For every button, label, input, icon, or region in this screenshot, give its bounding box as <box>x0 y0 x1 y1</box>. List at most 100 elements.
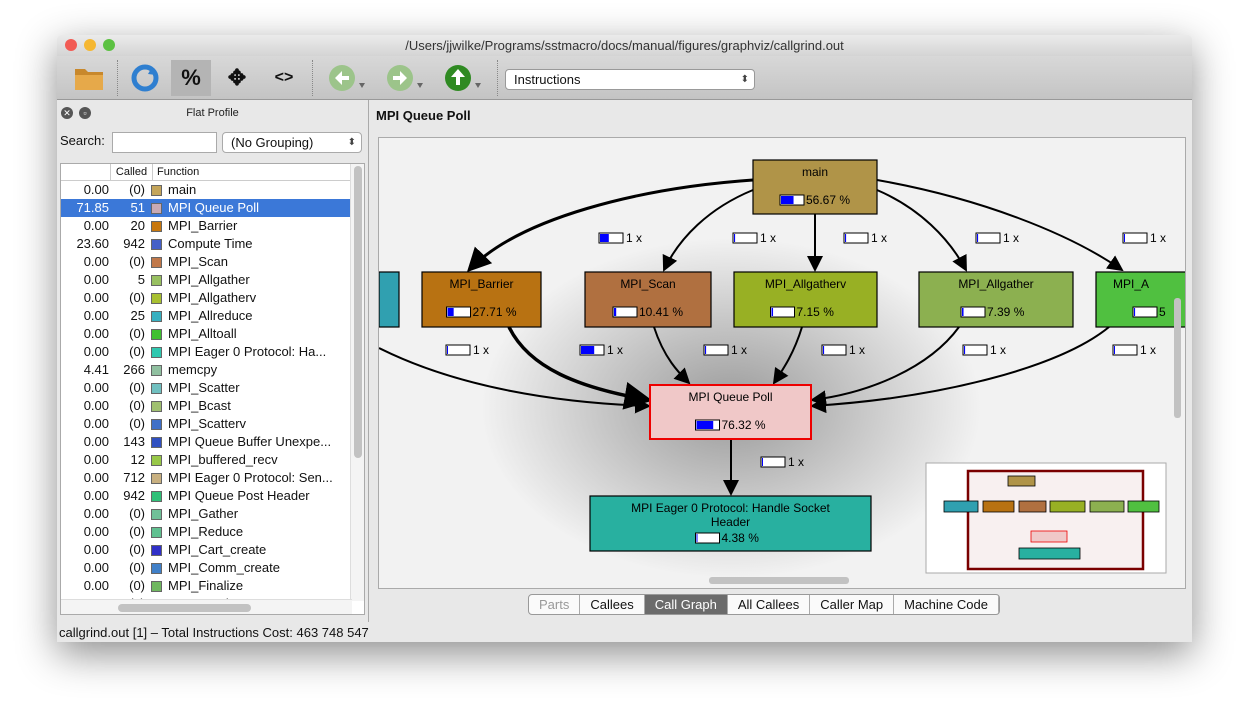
title-bar: /Users/jjwilke/Programs/sstmacro/docs/ma… <box>57 35 1192 56</box>
color-swatch <box>151 310 162 322</box>
called-cell: (0) <box>129 560 145 575</box>
cost-bar-fill <box>447 308 454 316</box>
function-name: MPI_Bcast <box>168 398 231 413</box>
cost-cell: 0.00 <box>83 488 109 503</box>
table-row[interactable]: 0.00 (0) MPI_Finalize <box>61 577 364 595</box>
graph-node-scan[interactable]: MPI_Scan 10.41 % <box>584 271 712 328</box>
table-row[interactable]: 0.00 (0) MPI_Allgatherv <box>61 289 364 307</box>
table-row[interactable]: 0.00 143 MPI Queue Buffer Unexpe... <box>61 433 364 451</box>
search-input[interactable] <box>112 132 217 153</box>
graph-node-eager[interactable]: MPI Eager 0 Protocol: Handle SocketHeade… <box>589 495 872 552</box>
tab-parts[interactable]: Parts <box>529 595 581 614</box>
color-swatch <box>151 382 162 394</box>
node-label: MPI_Scan <box>620 277 675 291</box>
graph-horizontal-scrollbar[interactable] <box>709 577 849 584</box>
cost-cell: 0.00 <box>83 578 109 593</box>
close-window-button[interactable] <box>65 39 77 51</box>
tab-caller-map[interactable]: Caller Map <box>810 595 895 614</box>
table-row[interactable]: 0.00 (0) MPI_Gather <box>61 505 364 523</box>
table-row[interactable]: 0.00 25 MPI_Allreduce <box>61 307 364 325</box>
minimap-node <box>1089 500 1125 513</box>
called-cell: (0) <box>129 416 145 431</box>
zoom-window-button[interactable] <box>103 39 115 51</box>
svg-text:1 x: 1 x <box>473 343 489 357</box>
color-swatch <box>151 454 162 466</box>
called-cell: 942 <box>123 488 145 503</box>
code-button[interactable]: <> <box>264 60 304 96</box>
called-cell: 12 <box>130 452 145 467</box>
svg-text:1 x: 1 x <box>788 455 804 469</box>
edge-label: 1 x <box>1122 231 1166 245</box>
percent-toggle[interactable]: % <box>171 60 211 96</box>
flat-profile-panel: ✕ ▫ Flat Profile Search: (No Grouping) C… <box>57 100 369 622</box>
minimap-node <box>1018 547 1081 560</box>
graph-node-poll[interactable]: MPI Queue Poll 76.32 % <box>649 384 812 440</box>
table-row[interactable]: 0.00 (0) MPI_Alltoall <box>61 325 364 343</box>
svg-text:1 x: 1 x <box>849 343 865 357</box>
move-button[interactable]: ✥ <box>217 60 257 96</box>
graph-node-main[interactable]: main 56.67 % <box>752 159 878 215</box>
table-row[interactable]: 0.00 5 MPI_Allgather <box>61 271 364 289</box>
back-button[interactable] <box>327 60 367 96</box>
table-row[interactable]: 4.41 266 memcpy <box>61 361 364 379</box>
function-name: MPI_Comm_create <box>168 560 280 575</box>
close-panel-icon[interactable]: ✕ <box>61 107 73 119</box>
color-swatch <box>151 526 162 538</box>
called-cell: 712 <box>123 470 145 485</box>
table-row[interactable]: 71.85 51 MPI Queue Poll <box>61 199 364 217</box>
node-label: MPI Queue Poll <box>688 390 772 404</box>
call-graph-view[interactable]: 1 x 1 x 1 x 1 x 1 x 1 x 1 x 1 x 1 x 1 x 1 x 1 x mai… <box>378 137 1186 589</box>
minimap[interactable] <box>925 462 1167 574</box>
tab-all-callees[interactable]: All Callees <box>728 595 811 614</box>
table-row[interactable]: 23.60 942 Compute Time <box>61 235 364 253</box>
function-name: main <box>168 182 197 197</box>
table-row[interactable]: 0.00 (0) MPI_Cart_create <box>61 541 364 559</box>
color-swatch <box>151 328 162 340</box>
table-row[interactable]: 0.00 (0) MPI Eager 0 Protocol: Ha... <box>61 343 364 361</box>
graph-node-alltoall[interactable]: MPI_A 5 <box>1095 271 1185 328</box>
vertical-scrollbar[interactable] <box>350 164 364 601</box>
called-cell: (0) <box>129 182 145 197</box>
graph-node-allgather[interactable]: MPI_Allgather 7.39 % <box>918 271 1074 328</box>
table-row[interactable]: 0.00 (0) MPI_Bcast <box>61 397 364 415</box>
grouping-select[interactable]: (No Grouping) <box>222 132 362 153</box>
refresh-button[interactable] <box>125 60 165 96</box>
table-row[interactable]: 0.00 12 MPI_buffered_recv <box>61 451 364 469</box>
graph-vertical-scrollbar[interactable] <box>1174 298 1181 418</box>
graph-node-allreduce[interactable] <box>379 271 400 328</box>
function-name: MPI_buffered_recv <box>168 452 278 467</box>
forward-button[interactable] <box>385 60 425 96</box>
cost-bar <box>695 532 720 544</box>
tab-machine-code[interactable]: Machine Code <box>894 595 999 614</box>
folder-icon <box>75 69 103 90</box>
graph-node-barrier[interactable]: MPI_Barrier 27.71 % <box>421 271 542 328</box>
event-type-select[interactable]: Instructions <box>505 69 755 90</box>
called-cell: (0) <box>129 344 145 359</box>
node-cost: 10.41 % <box>639 305 683 319</box>
color-swatch <box>151 184 162 196</box>
open-button[interactable] <box>69 60 109 96</box>
table-row[interactable]: 0.00 20 MPI_Barrier <box>61 217 364 235</box>
edge-label: 1 x <box>760 455 804 469</box>
table-row[interactable]: 0.00 (0) main <box>61 181 364 199</box>
table-row[interactable]: 0.00 (0) MPI_Scatter <box>61 379 364 397</box>
table-row[interactable]: 0.00 942 MPI Queue Post Header <box>61 487 364 505</box>
tab-callees[interactable]: Callees <box>580 595 645 614</box>
panel-title: Flat Profile <box>186 107 239 119</box>
float-panel-icon[interactable]: ▫ <box>79 107 91 119</box>
table-row[interactable]: 0.00 712 MPI Eager 0 Protocol: Sen... <box>61 469 364 487</box>
function-name: MPI_Scan <box>168 254 228 269</box>
table-row[interactable]: 0.00 (0) MPI_Comm_create <box>61 559 364 577</box>
horizontal-scrollbar[interactable] <box>61 599 352 614</box>
table-row[interactable]: 0.00 (0) MPI_Reduce <box>61 523 364 541</box>
called-cell: (0) <box>129 542 145 557</box>
graph-node-allgatherv[interactable]: MPI_Allgatherv 7.15 % <box>733 271 878 328</box>
table-row[interactable]: 0.00 (0) MPI_Scan <box>61 253 364 271</box>
tab-call-graph[interactable]: Call Graph <box>644 595 728 614</box>
column-header-cost[interactable] <box>61 164 111 180</box>
column-header-called[interactable]: Called <box>111 164 153 180</box>
column-header-function[interactable]: Function <box>153 164 199 180</box>
minimize-window-button[interactable] <box>84 39 96 51</box>
table-row[interactable]: 0.00 (0) MPI_Scatterv <box>61 415 364 433</box>
up-button[interactable] <box>443 60 483 96</box>
